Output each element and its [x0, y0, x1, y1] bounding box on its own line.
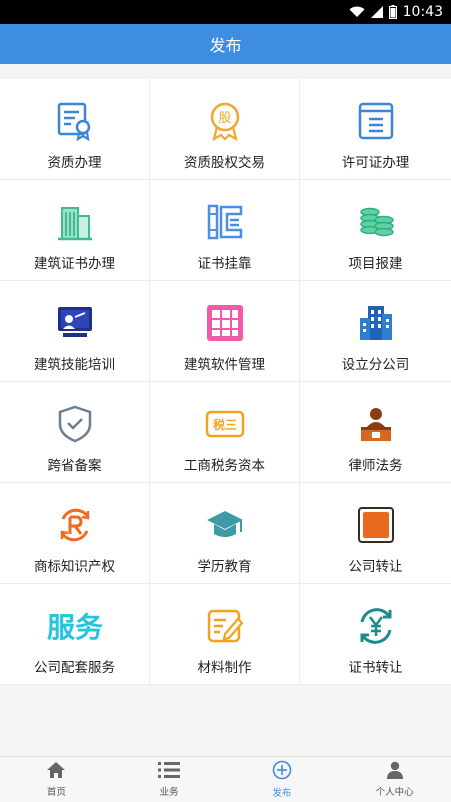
grid-item-trademark-ip[interactable]: 商标知识产权	[0, 483, 150, 584]
grid-item-label: 商标知识产权	[34, 559, 115, 575]
list-icon	[157, 761, 181, 782]
grid-item-label: 律师法务	[348, 458, 403, 474]
training-board-icon	[53, 301, 97, 345]
license-document-icon	[354, 99, 398, 143]
office-building-icon	[354, 301, 398, 345]
grid-item-label: 材料制作	[197, 660, 252, 676]
grid-item-label: 学历教育	[197, 559, 252, 575]
tab-label: 发布	[272, 788, 292, 799]
stock-badge-text: 股	[218, 111, 231, 126]
grid-item-label: 建筑证书办理	[34, 256, 115, 272]
grid-item-project-filing[interactable]: 项目报建	[300, 180, 451, 281]
tab-business[interactable]: 业务	[113, 757, 226, 802]
tab-publish[interactable]: 发布	[226, 757, 339, 802]
grid-item-material-production[interactable]: 材料制作	[150, 584, 300, 685]
grid-item-label: 许可证办理	[341, 155, 410, 171]
bookshelf-icon	[203, 200, 247, 244]
trademark-icon	[53, 503, 97, 547]
bottom-tab-bar: 首页 业务 发布 个人中心	[0, 756, 451, 802]
certificate-icon	[53, 99, 97, 143]
tab-home[interactable]: 首页	[0, 757, 113, 802]
company-transfer-icon	[354, 503, 398, 547]
grid-item-label: 公司配套服务	[34, 660, 115, 676]
grid-item-license[interactable]: 许可证办理	[300, 79, 451, 180]
status-bar: 10:43	[0, 0, 451, 24]
grid-item-company-transfer[interactable]: 公司转让	[300, 483, 451, 584]
service-text-icon: 服务	[40, 604, 110, 648]
lawyer-icon	[354, 402, 398, 446]
grid-item-certificate-transfer[interactable]: 证书转让	[300, 584, 451, 685]
tab-profile[interactable]: 个人中心	[338, 757, 451, 802]
grid-item-label: 资质股权交易	[184, 155, 265, 171]
building-certificate-icon	[53, 200, 97, 244]
grid-item-label: 建筑技能培训	[34, 357, 115, 373]
grid-item-label: 跨省备案	[47, 458, 102, 474]
grid-item-equity-trade[interactable]: 股 资质股权交易	[150, 79, 300, 180]
grid-item-label: 公司转让	[348, 559, 403, 575]
grid-item-company-services[interactable]: 服务 公司配套服务	[0, 584, 150, 685]
header-bar: 发布	[0, 24, 451, 64]
battery-icon	[388, 5, 397, 19]
grid-item-label: 证书转让	[348, 660, 403, 676]
home-icon	[46, 761, 66, 782]
grid-item-label: 项目报建	[348, 256, 403, 272]
tab-label: 业务	[159, 787, 179, 798]
signal-icon	[370, 6, 383, 18]
grid-item-label: 设立分公司	[341, 357, 410, 373]
shield-check-icon	[53, 402, 97, 446]
page-title: 发布	[209, 36, 242, 55]
person-icon	[386, 761, 404, 782]
tab-label: 首页	[46, 787, 66, 798]
grid-item-label: 建筑软件管理	[184, 357, 265, 373]
edit-document-icon	[203, 604, 247, 648]
software-grid-icon	[203, 301, 247, 345]
graduation-cap-icon	[203, 503, 247, 547]
grid-item-education[interactable]: 学历教育	[150, 483, 300, 584]
status-time: 10:43	[402, 4, 443, 20]
grid-item-software-management[interactable]: 建筑软件管理	[150, 281, 300, 382]
grid-item-label: 资质办理	[47, 155, 102, 171]
grid-item-certificate-affiliation[interactable]: 证书挂靠	[150, 180, 300, 281]
tab-label: 个人中心	[375, 787, 414, 798]
stock-badge-icon: 股	[203, 99, 247, 143]
grid-item-cross-province-filing[interactable]: 跨省备案	[0, 382, 150, 483]
grid-item-building-certificate[interactable]: 建筑证书办理	[0, 180, 150, 281]
service-grid: 资质办理 股 资质股权交易 许可证办理 建筑证书办理 证书挂靠 项目报建 建筑技…	[0, 79, 451, 685]
yuan-exchange-icon	[354, 604, 398, 648]
grid-item-skill-training[interactable]: 建筑技能培训	[0, 281, 150, 382]
grid-item-label: 证书挂靠	[197, 256, 252, 272]
grid-item-tax-capital[interactable]: 税三 工商税务资本	[150, 382, 300, 483]
grid-item-branch-company[interactable]: 设立分公司	[300, 281, 451, 382]
tax-icon: 税三	[203, 402, 247, 446]
wifi-icon	[349, 6, 365, 18]
coin-stack-icon	[354, 200, 398, 244]
service-icon-text: 服务	[46, 611, 102, 644]
grid-item-legal[interactable]: 律师法务	[300, 382, 451, 483]
add-circle-icon	[272, 760, 292, 783]
grid-item-label: 工商税务资本	[184, 458, 265, 474]
tax-icon-text: 税三	[212, 417, 236, 432]
grid-item-qualification[interactable]: 资质办理	[0, 79, 150, 180]
